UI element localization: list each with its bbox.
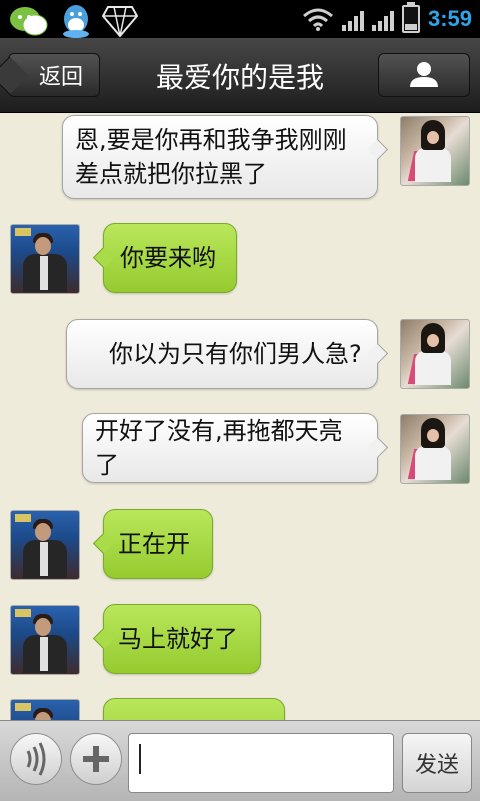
send-button[interactable]: 发送	[402, 733, 472, 793]
message-text: 马上就好了	[118, 625, 238, 653]
person-icon	[410, 62, 438, 87]
message-text: 你要来哟	[120, 244, 216, 272]
message-row: 恩,要是你再和我争我刚刚差点就把你拉黑了	[0, 113, 480, 203]
message-bubble[interactable]: 恩,要是你再和我争我刚刚差点就把你拉黑了	[62, 115, 389, 199]
chat-header: 返回 最爱你的是我	[0, 38, 480, 113]
back-button-label: 返回	[38, 65, 83, 90]
message-text: 恩,要是你再和我争我刚刚差点就把你拉黑了	[75, 126, 347, 188]
diamond-icon	[102, 6, 138, 38]
contact-avatar[interactable]	[400, 414, 470, 484]
battery-icon: 23	[401, 2, 420, 33]
contact-avatar[interactable]	[400, 319, 470, 389]
message-input[interactable]	[128, 733, 394, 793]
voice-input-button[interactable]	[10, 733, 62, 785]
message-bubble[interactable]: 正在开	[92, 509, 213, 579]
message-bubble[interactable]: 开好了没有,再拖都天亮了	[82, 413, 389, 483]
message-row: 正在开	[0, 509, 480, 584]
message-row: 你以为只有你们男人急?	[0, 319, 480, 394]
more-options-button[interactable]	[70, 733, 122, 785]
voice-icon	[26, 742, 46, 776]
message-row: 开好了没有,再拖都天亮了	[0, 413, 480, 488]
my-avatar[interactable]	[10, 224, 80, 294]
message-bubble[interactable]: 马上就好了	[92, 604, 261, 674]
signal-strength-icon	[341, 7, 364, 31]
notification-icons	[8, 3, 138, 39]
text-cursor	[139, 744, 141, 774]
message-row	[0, 698, 480, 720]
contact-avatar[interactable]	[400, 116, 470, 186]
back-button[interactable]: 返回	[8, 53, 100, 97]
message-composer: 发送	[0, 720, 480, 801]
message-text: 正在开	[118, 530, 190, 558]
wifi-icon	[302, 8, 333, 31]
message-text: 你以为只有你们男人急?	[109, 340, 362, 368]
signal-strength-icon-2	[371, 7, 394, 31]
status-bar: 23 3:59	[0, 0, 480, 38]
qq-icon	[63, 5, 89, 38]
my-avatar[interactable]	[10, 605, 80, 675]
chat-title: 最爱你的是我	[155, 61, 324, 94]
message-bubble[interactable]: 你以为只有你们男人急?	[66, 319, 389, 389]
message-bubble[interactable]	[103, 698, 285, 720]
message-row: 马上就好了	[0, 604, 480, 679]
send-button-label: 发送	[414, 753, 459, 778]
wechat-icon	[10, 7, 48, 36]
battery-level: 23	[405, 10, 416, 20]
my-avatar[interactable]	[10, 699, 80, 720]
plus-icon	[83, 746, 109, 772]
message-bubble[interactable]: 你要来哟	[92, 223, 237, 293]
clock: 3:59	[427, 6, 472, 31]
contact-info-button[interactable]	[378, 53, 470, 97]
message-list[interactable]: 恩,要是你再和我争我刚刚差点就把你拉黑了 你要来哟 你以为只有你们男人急? 开好…	[0, 113, 480, 720]
my-avatar[interactable]	[10, 510, 80, 580]
message-row: 你要来哟	[0, 223, 480, 298]
message-text: 开好了没有,再拖都天亮了	[95, 417, 343, 479]
